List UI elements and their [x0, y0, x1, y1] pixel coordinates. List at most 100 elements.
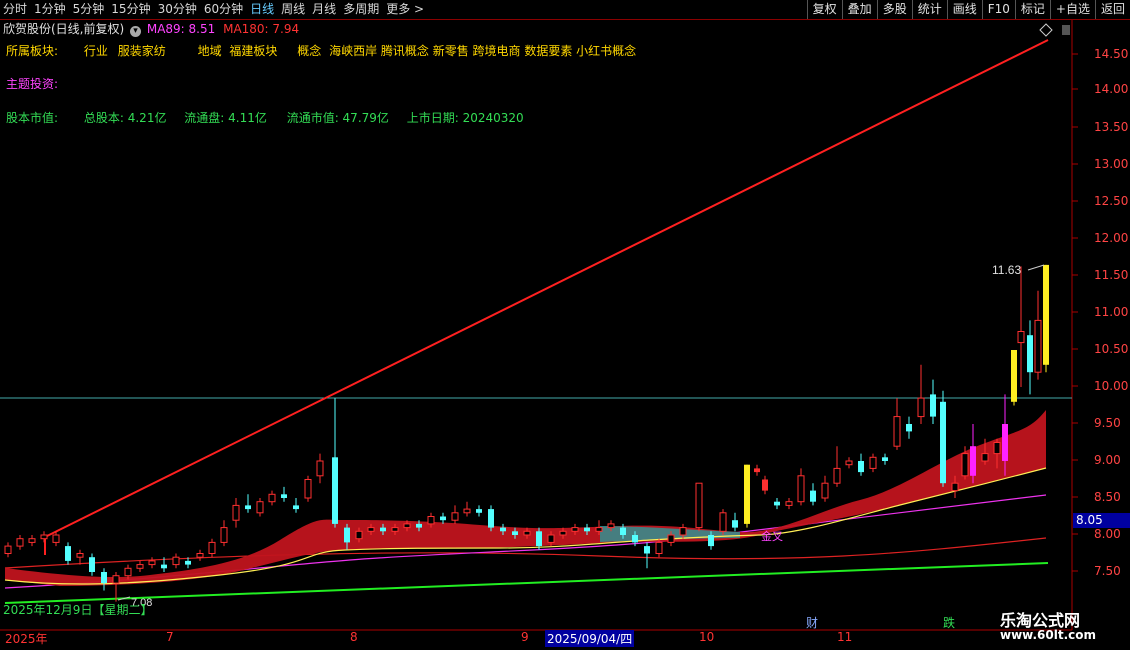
event-marker-finance[interactable]: 财: [806, 614, 818, 631]
right-tools: 复权 叠加 多股 统计 画线 F10 标记 +自选 返回: [806, 0, 1130, 19]
event-marker-drop[interactable]: 跌: [943, 614, 955, 631]
candle-body: [1011, 350, 1017, 402]
candle-body: [1027, 335, 1033, 373]
candle-body: [785, 501, 793, 506]
toolbar-button-7[interactable]: +自选: [1049, 0, 1095, 19]
price-tick-label: 9.50: [1094, 416, 1121, 430]
period-tab-6[interactable]: 日线: [247, 0, 278, 19]
toolbar-button-2[interactable]: 多股: [876, 0, 912, 19]
candle-body: [332, 457, 338, 524]
golden-cross-label: 金叉: [761, 529, 783, 543]
candle-body: [940, 401, 946, 484]
period-tab-7[interactable]: 周线: [278, 0, 309, 19]
candle-body: [869, 456, 877, 469]
candle-body: [451, 512, 459, 521]
region-value: 福建板块: [229, 44, 278, 58]
candle-body: [256, 501, 264, 514]
date-tick-label: 11: [837, 630, 853, 644]
candle-body: [930, 394, 936, 417]
candle-body: [124, 567, 132, 577]
cursor-date: 2025年12月9日【星期二】: [3, 603, 153, 617]
toolbar-button-6[interactable]: 标记: [1014, 0, 1050, 19]
price-tick-label: 14.50: [1094, 47, 1129, 61]
period-tab-3[interactable]: 15分钟: [108, 0, 154, 19]
industry-value: 服装家纺: [117, 44, 166, 58]
scroll-handle: [1062, 25, 1070, 35]
price-tick-label: 9.00: [1094, 453, 1121, 467]
candle-body: [1043, 264, 1049, 365]
float-shares: 流通盘: 4.11亿: [184, 111, 267, 125]
candle-body: [762, 479, 768, 491]
toolbar-button-4[interactable]: 画线: [946, 0, 982, 19]
candle-body: [655, 541, 663, 555]
candle-body: [1034, 319, 1042, 373]
candle-body: [512, 531, 518, 535]
candle-body: [488, 509, 494, 528]
period-tab-10[interactable]: 更多 >: [383, 0, 428, 19]
current-price-box: 8.05: [1073, 513, 1130, 528]
date-tick-label: 8: [350, 630, 358, 644]
candle-body: [220, 527, 228, 543]
candle-body: [620, 527, 626, 535]
price-tick-label: 13.00: [1094, 157, 1129, 171]
toolbar-button-3[interactable]: 统计: [911, 0, 947, 19]
price-tick-label: 11.00: [1094, 305, 1129, 319]
period-tab-2[interactable]: 5分钟: [70, 0, 109, 19]
candle-body: [403, 523, 411, 529]
toolbar-button-5[interactable]: F10: [981, 0, 1015, 19]
period-tab-8[interactable]: 月线: [309, 0, 340, 19]
candle-body: [281, 494, 287, 498]
candle-body: [101, 572, 107, 584]
candle-body: [644, 546, 650, 554]
candle-body: [523, 530, 531, 536]
price-tick-label: 11.50: [1094, 268, 1129, 282]
candle-body: [607, 523, 615, 529]
candle-body: [754, 468, 760, 473]
theme-row: 主题投资:: [6, 75, 58, 92]
settings-icon[interactable]: ▾: [130, 26, 142, 37]
concept-key: 概念: [297, 44, 322, 58]
sector-row: 所属板块: 行业 服装家纺 地域 福建板块 概念 海峡西岸 腾讯概念 新零售 跨…: [6, 42, 636, 59]
period-tab-4[interactable]: 30分钟: [155, 0, 201, 19]
candle-body: [719, 512, 727, 532]
candle-body: [65, 546, 71, 561]
stock-title-row: 欣贺股份(日线,前复权) ▾ MA89: 8.51 MA180: 7.94: [3, 20, 299, 38]
ma180-label: MA180: 7.94: [223, 22, 300, 36]
candle-body: [1002, 424, 1008, 461]
price-tick-label: 10.50: [1094, 342, 1129, 356]
high-annotation: 11.63: [992, 263, 1021, 277]
candle-body: [316, 460, 324, 477]
high-pointer: [1027, 264, 1045, 271]
candle-body: [161, 564, 167, 569]
period-tab-5[interactable]: 60分钟: [201, 0, 247, 19]
candle-body: [858, 461, 864, 473]
date-tick-label: 2025年: [5, 632, 48, 646]
period-tab-9[interactable]: 多周期: [340, 0, 383, 19]
candle-body: [112, 575, 120, 584]
candle-body: [667, 534, 675, 543]
period-tab-0[interactable]: 分时: [0, 0, 31, 19]
toolbar-button-8[interactable]: 返回: [1094, 0, 1130, 19]
candle-body: [882, 457, 888, 461]
equity-row: 股本市值: 总股本: 4.21亿 流通盘: 4.11亿 流通市值: 47.79亿…: [6, 109, 524, 126]
candle-body: [632, 535, 638, 543]
period-tab-1[interactable]: 1分钟: [31, 0, 70, 19]
candle-body: [797, 475, 805, 503]
candle-body: [185, 560, 191, 565]
toolbar-button-1[interactable]: 叠加: [841, 0, 877, 19]
toolbar-button-0[interactable]: 复权: [806, 0, 842, 19]
date-tick-label: 10: [699, 630, 715, 644]
price-tick-label: 10.00: [1094, 379, 1129, 393]
candle-body: [416, 523, 422, 528]
candle-body: [391, 527, 399, 532]
candle-body: [268, 493, 276, 503]
candle-body: [744, 464, 750, 524]
watermark-url: www.60lt.com: [1000, 628, 1097, 642]
candle-body: [463, 508, 471, 514]
candle-body: [845, 460, 853, 466]
price-tick-label: 7.50: [1094, 564, 1121, 578]
candle-body: [304, 479, 312, 499]
stock-title: 欣贺股份(日线,前复权): [3, 22, 125, 36]
candle-body: [28, 538, 36, 543]
equity-label: 股本市值:: [6, 111, 59, 125]
